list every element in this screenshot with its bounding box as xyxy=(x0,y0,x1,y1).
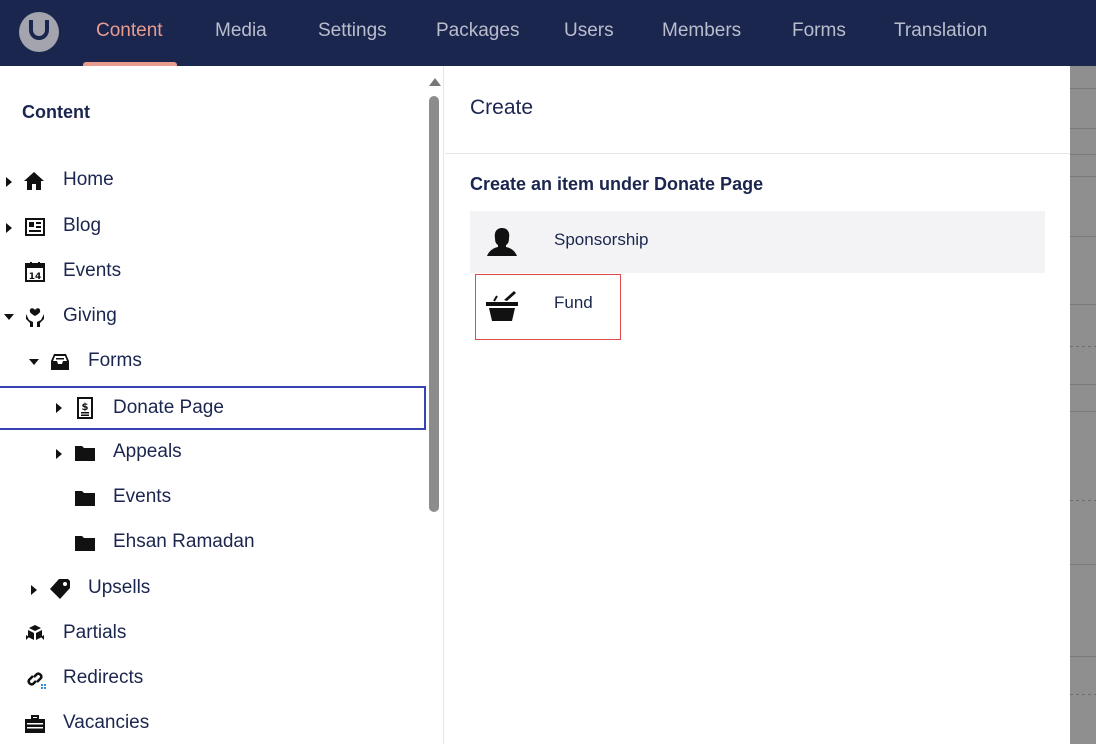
scroll-thumb[interactable] xyxy=(429,96,439,512)
tree-item-label: Redirects xyxy=(63,667,144,688)
nav-content[interactable]: Content xyxy=(96,20,163,42)
tree-item-blog[interactable]: Blog xyxy=(0,209,426,245)
umbraco-logo-icon[interactable] xyxy=(19,12,59,52)
cubes-icon xyxy=(24,623,46,645)
tree-item-label: Blog xyxy=(63,215,102,236)
nav-users[interactable]: Users xyxy=(564,20,614,42)
scroll-up-arrow-icon[interactable] xyxy=(429,78,441,86)
svg-text:14: 14 xyxy=(29,272,42,282)
hands-heart-icon xyxy=(24,306,46,328)
tree-item-home[interactable]: Home xyxy=(0,163,426,199)
nav-media[interactable]: Media xyxy=(215,20,267,42)
create-option-sponsorship[interactable]: Sponsorship xyxy=(470,211,1045,273)
nav-forms[interactable]: Forms xyxy=(792,20,846,42)
nav-packages[interactable]: Packages xyxy=(436,20,519,42)
newspaper-icon xyxy=(24,216,46,238)
tree-item-label: Events xyxy=(63,260,122,281)
nav-translation[interactable]: Translation xyxy=(894,20,987,42)
divider xyxy=(445,153,1070,154)
tree-item-events-folder[interactable]: Events xyxy=(0,480,426,516)
tree-item-appeals[interactable]: Appeals xyxy=(0,435,426,471)
folder-icon xyxy=(74,442,96,464)
tree-item-partials[interactable]: Partials xyxy=(0,616,426,652)
dialog-subtitle: Create an item under Donate Page xyxy=(470,174,764,194)
tree-item-label: Vacancies xyxy=(63,712,150,733)
tree-item-label: Events xyxy=(113,486,172,507)
tags-icon xyxy=(49,578,71,600)
content-tree: Content Home Blog 14 Events Giving Forms… xyxy=(0,66,444,744)
tree-scrollbar[interactable] xyxy=(426,76,441,744)
create-dialog: Create Create an item under Donate Page … xyxy=(445,66,1070,744)
tree-item-label: Ehsan Ramadan xyxy=(113,531,255,552)
nav-members[interactable]: Members xyxy=(662,20,741,42)
tree-item-label: Giving xyxy=(63,305,117,326)
tree-item-events[interactable]: 14 Events xyxy=(0,254,426,290)
expand-caret-icon[interactable] xyxy=(56,449,62,459)
tree-item-giving[interactable]: Giving xyxy=(0,299,426,335)
tree-item-label: Forms xyxy=(88,350,142,371)
tree-item-redirects[interactable]: Redirects xyxy=(0,661,426,697)
expand-caret-icon[interactable] xyxy=(6,223,12,233)
create-option-label: Sponsorship xyxy=(554,230,649,249)
collapse-caret-icon[interactable] xyxy=(29,359,39,365)
tree-item-label: Appeals xyxy=(113,441,182,462)
calendar-icon: 14 xyxy=(24,261,46,283)
dollar-document-icon: $ xyxy=(74,397,96,419)
tree-item-label: Upsells xyxy=(88,577,151,598)
folder-icon xyxy=(74,532,96,554)
collapse-caret-icon[interactable] xyxy=(4,314,14,320)
inbox-icon xyxy=(49,351,71,373)
tree-item-label: Donate Page xyxy=(113,397,224,418)
tree-item-forms[interactable]: Forms xyxy=(0,344,426,380)
tree-item-ehsan-ramadan[interactable]: Ehsan Ramadan xyxy=(0,525,426,561)
tree-item-label: Home xyxy=(63,169,114,190)
link-icon xyxy=(24,668,46,690)
top-navigation: Content Media Settings Packages Users Me… xyxy=(0,0,1096,66)
tree-item-label: Partials xyxy=(63,622,127,643)
home-icon xyxy=(23,170,45,192)
tree-item-upsells[interactable]: Upsells xyxy=(0,571,426,607)
fund-highlight-outline xyxy=(475,274,621,340)
background-overlay xyxy=(1070,66,1096,744)
briefcase-icon xyxy=(24,713,46,735)
expand-caret-icon[interactable] xyxy=(6,177,12,187)
dialog-title: Create xyxy=(470,96,534,119)
expand-caret-icon[interactable] xyxy=(31,585,37,595)
svg-text:$: $ xyxy=(82,402,89,413)
tree-item-donate-page[interactable]: $ Donate Page xyxy=(0,386,426,430)
tree-heading: Content xyxy=(22,102,90,122)
tree-item-vacancies[interactable]: Vacancies xyxy=(0,706,426,742)
expand-caret-icon[interactable] xyxy=(56,403,62,413)
folder-icon xyxy=(74,487,96,509)
nav-settings[interactable]: Settings xyxy=(318,20,387,42)
user-female-icon xyxy=(484,225,520,261)
